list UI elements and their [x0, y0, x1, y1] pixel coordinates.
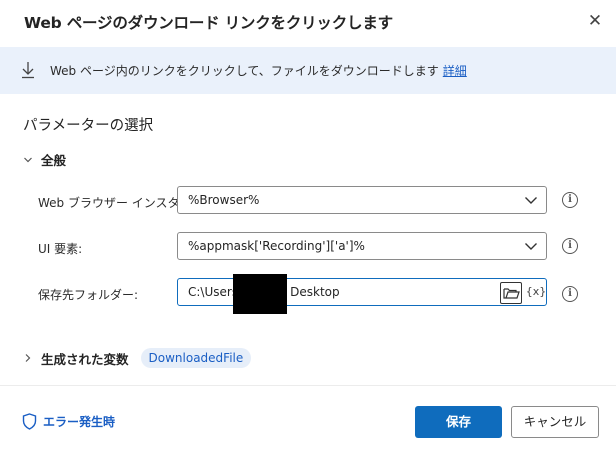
cancel-button[interactable]: キャンセル [511, 406, 599, 438]
info-banner: Web ページ内のリンクをクリックして、ファイルをダウンロードします 詳細 [0, 47, 616, 94]
ui-element-select[interactable]: %appmask['Recording']['a']% [177, 232, 547, 260]
section-title: パラメーターの選択 [23, 118, 154, 134]
dialog-title: Web ページのダウンロード リンクをクリックします [24, 14, 393, 32]
footer-divider [0, 385, 616, 386]
generated-variables-toggle[interactable]: 生成された変数 DownloadedFile [23, 348, 252, 368]
download-icon [22, 62, 34, 79]
shield-icon [22, 413, 37, 430]
destination-folder-suffix: Desktop [290, 285, 340, 299]
ui-element-value: %appmask['Recording']['a']% [188, 239, 365, 253]
folder-icon [503, 288, 520, 299]
close-icon[interactable]: ✕ [584, 10, 606, 32]
details-link[interactable]: 詳細 [443, 64, 467, 78]
on-error-button[interactable]: エラー発生時 [22, 413, 115, 430]
info-icon[interactable]: i [562, 192, 578, 208]
destination-folder-label: 保存先フォルダー: [38, 288, 139, 302]
general-group-label: 全般 [41, 153, 67, 168]
browser-instance-select[interactable]: %Browser% [177, 186, 547, 214]
variable-badge-downloadedfile[interactable]: DownloadedFile [140, 348, 252, 368]
info-icon[interactable]: i [562, 286, 578, 302]
browser-instance-value: %Browser% [188, 193, 260, 207]
on-error-label: エラー発生時 [43, 415, 116, 429]
redaction-box [233, 274, 287, 314]
general-group-toggle[interactable]: 全般 [23, 150, 66, 169]
ui-element-label: UI 要素: [38, 242, 83, 256]
banner-description: Web ページ内のリンクをクリックして、ファイルをダウンロードします [50, 64, 439, 78]
chevron-down-icon [525, 197, 537, 204]
variable-picker-button[interactable]: {x} [525, 281, 547, 303]
chevron-down-icon [24, 157, 32, 162]
folder-open-icon[interactable] [500, 282, 522, 304]
chevron-right-icon [25, 354, 31, 362]
banner-text: Web ページ内のリンクをクリックして、ファイルをダウンロードします 詳細 [50, 62, 467, 79]
info-icon[interactable]: i [562, 238, 578, 254]
save-button[interactable]: 保存 [415, 406, 502, 438]
download-link-dialog: Web ページのダウンロード リンクをクリックします ✕ Web ページ内のリン… [0, 0, 616, 452]
generated-variables-label: 生成された変数 [41, 351, 129, 367]
chevron-down-icon [525, 243, 537, 250]
